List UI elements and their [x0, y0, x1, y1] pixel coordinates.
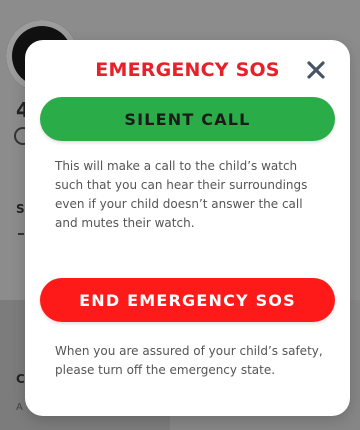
background-dash — [18, 233, 24, 235]
emergency-sos-dialog: EMERGENCY SOS SILENT CALL This will make… — [25, 40, 350, 416]
end-emergency-sos-button[interactable]: END EMERGENCY SOS — [40, 278, 335, 322]
background-text-fragment-a: A — [16, 402, 23, 413]
close-icon — [307, 61, 325, 79]
end-sos-description: When you are assured of your child’s saf… — [55, 344, 323, 377]
close-button[interactable] — [302, 56, 330, 84]
silent-call-description: This will make a call to the child’s wat… — [55, 159, 308, 230]
background-text-fragment-c: C — [16, 372, 25, 386]
background-text-fragment-s: S — [16, 202, 25, 216]
silent-call-button[interactable]: SILENT CALL — [40, 97, 335, 141]
